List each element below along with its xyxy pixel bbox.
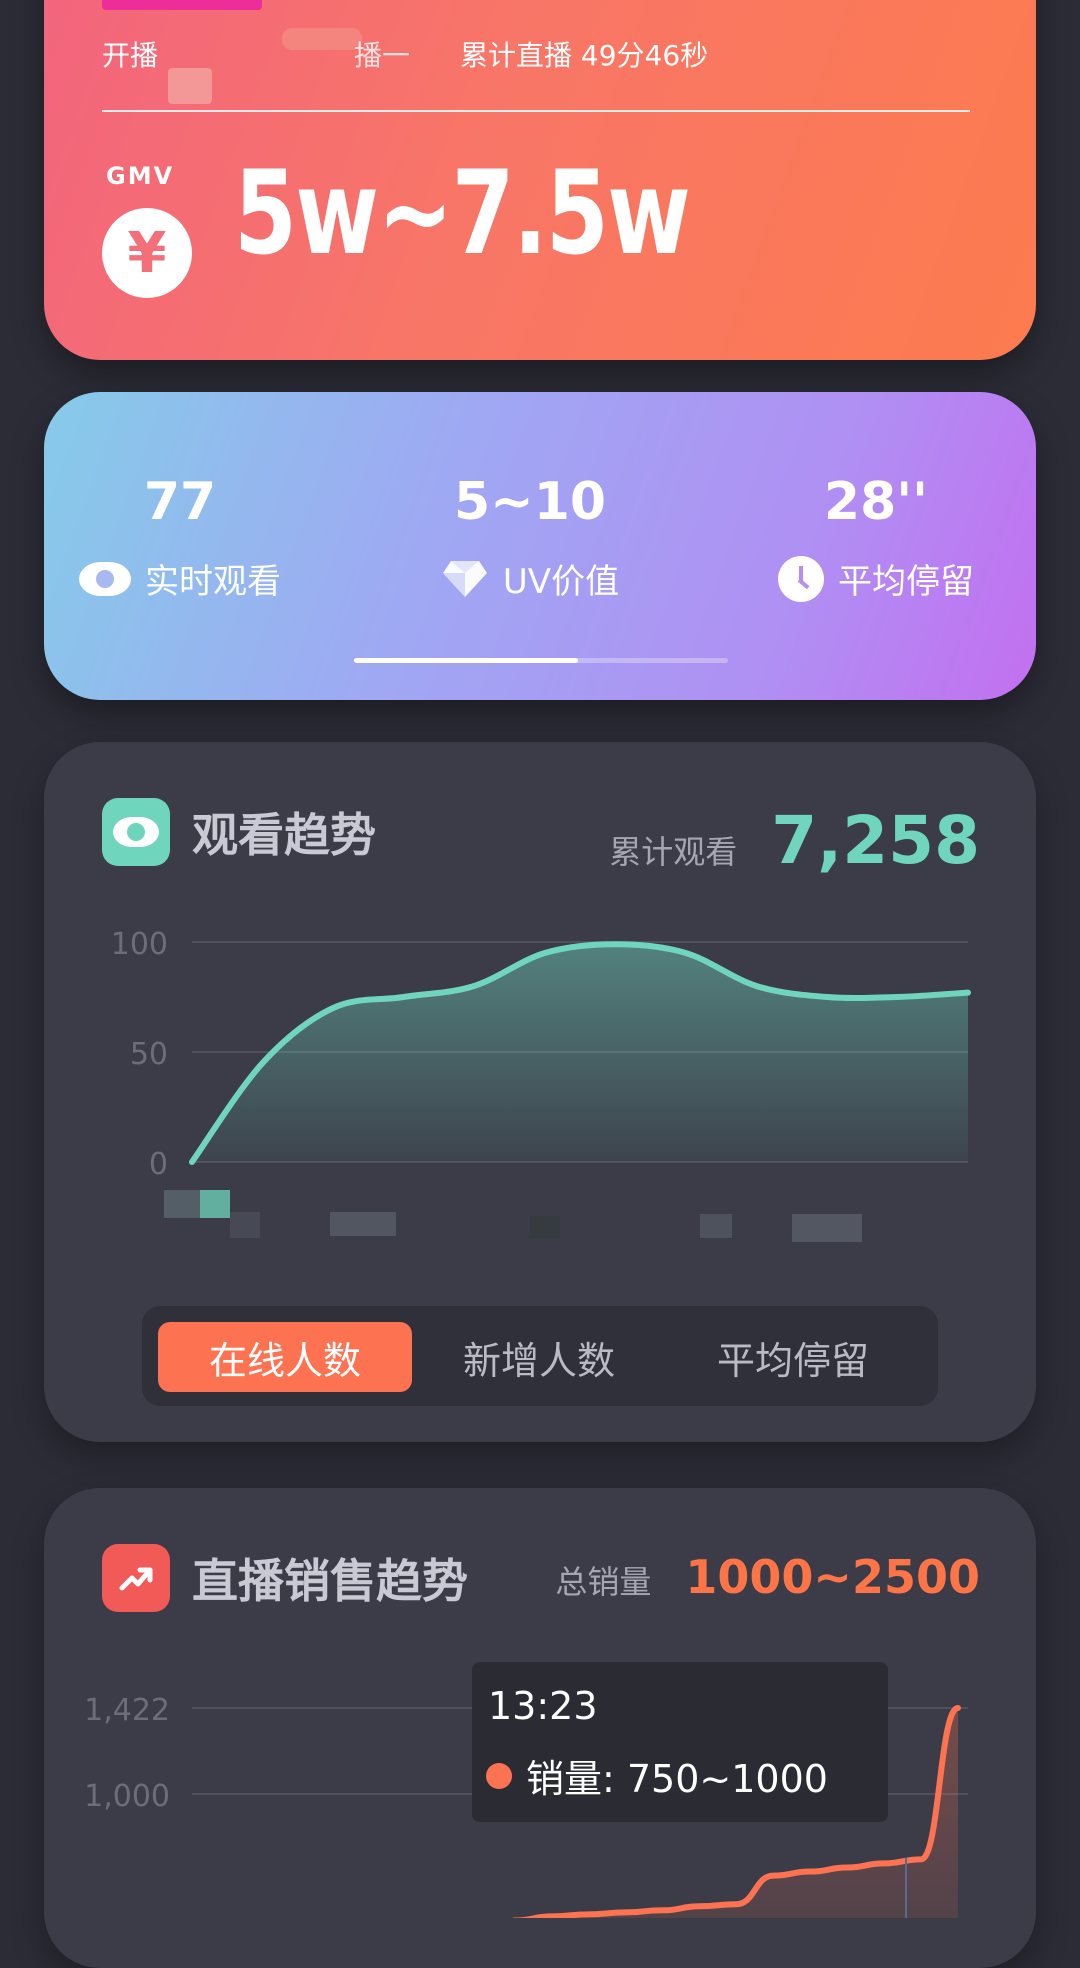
trend-area <box>192 944 968 1162</box>
broadcast-prefix: 开播 <box>102 39 159 72</box>
y-tick-label: 50 <box>130 1037 168 1072</box>
divider <box>102 110 970 112</box>
diamond-icon <box>441 559 489 599</box>
card-title: 观看趋势 <box>192 808 376 862</box>
series-dot <box>486 1762 512 1789</box>
page-indicator-fill <box>354 658 579 663</box>
stats-card[interactable]: 77 实时观看 5~10 UV价值 28'' 平均停留 <box>44 392 1036 700</box>
eye-icon <box>102 798 170 866</box>
tab-online-count[interactable]: 在线人数 <box>158 1322 412 1392</box>
stat-average-stay[interactable]: 28'' 平均停留 <box>726 472 1026 603</box>
page-indicator[interactable] <box>354 658 728 663</box>
tab-new-count[interactable]: 新增人数 <box>412 1322 666 1392</box>
stat-value: 5~10 <box>453 472 607 532</box>
trend-up-icon <box>102 1544 170 1612</box>
tooltip-value: 销量: 750~1000 <box>526 1757 828 1801</box>
tab-average-stay[interactable]: 平均停留 <box>666 1322 920 1392</box>
blurred-xaxis <box>164 1190 862 1242</box>
stat-value: 77 <box>143 472 217 532</box>
y-tick-label: 1,422 <box>84 1693 170 1728</box>
gmv-card: 开播 播一 累计直播 49分46秒 GMV ¥ 5w~7.5w <box>44 0 1036 360</box>
total-sales-value: 1000~2500 <box>685 1550 980 1604</box>
viewing-trend-card: 观看趋势 累计观看 7,258 100 50 0 在线人数 新增人数 平均停留 <box>44 742 1036 1442</box>
stat-value: 28'' <box>823 472 929 532</box>
total-sales: 总销量 1000~2500 <box>555 1550 980 1604</box>
card-title: 直播销售趋势 <box>192 1554 468 1608</box>
eye-icon <box>79 561 131 596</box>
total-live-time: 累计直播 49分46秒 <box>460 39 709 72</box>
stat-label: 实时观看 <box>145 562 281 602</box>
sales-tooltip: 13:23 销量: 750~1000 <box>472 1662 888 1822</box>
y-tick-label: 0 <box>149 1147 168 1182</box>
y-tick-label: 1,000 <box>84 1779 170 1814</box>
blurred-banner <box>102 0 262 10</box>
card-header: 直播销售趋势 <box>102 1544 468 1612</box>
trend-tabs: 在线人数 新增人数 平均停留 <box>142 1306 938 1406</box>
yen-icon: ¥ <box>102 208 192 298</box>
card-header: 观看趋势 <box>102 798 376 866</box>
stat-uv-value[interactable]: 5~10 UV价值 <box>380 472 680 603</box>
total-views: 累计观看 7,258 <box>609 802 980 879</box>
sales-trend-card: 直播销售趋势 总销量 1000~2500 1,422 1,000 13:23 销量… <box>44 1488 1036 1968</box>
stat-label: UV价值 <box>502 562 620 602</box>
viewing-trend-chart[interactable]: 100 50 0 <box>44 902 1036 1302</box>
tooltip-time: 13:23 <box>488 1684 598 1728</box>
gmv-value: 5w~7.5w <box>234 146 691 281</box>
gmv-label: GMV <box>106 162 175 190</box>
stat-realtime-viewers[interactable]: 77 实时观看 <box>30 472 330 603</box>
clock-icon <box>778 555 824 602</box>
total-sales-label: 总销量 <box>555 1563 652 1601</box>
total-views-label: 累计观看 <box>609 833 738 871</box>
broadcast-separator: 播一 <box>354 39 411 72</box>
y-tick-label: 100 <box>111 927 168 962</box>
broadcast-info: 开播 播一 累计直播 49分46秒 <box>102 34 708 74</box>
total-views-value: 7,258 <box>771 802 980 879</box>
stat-label: 平均停留 <box>838 562 974 602</box>
